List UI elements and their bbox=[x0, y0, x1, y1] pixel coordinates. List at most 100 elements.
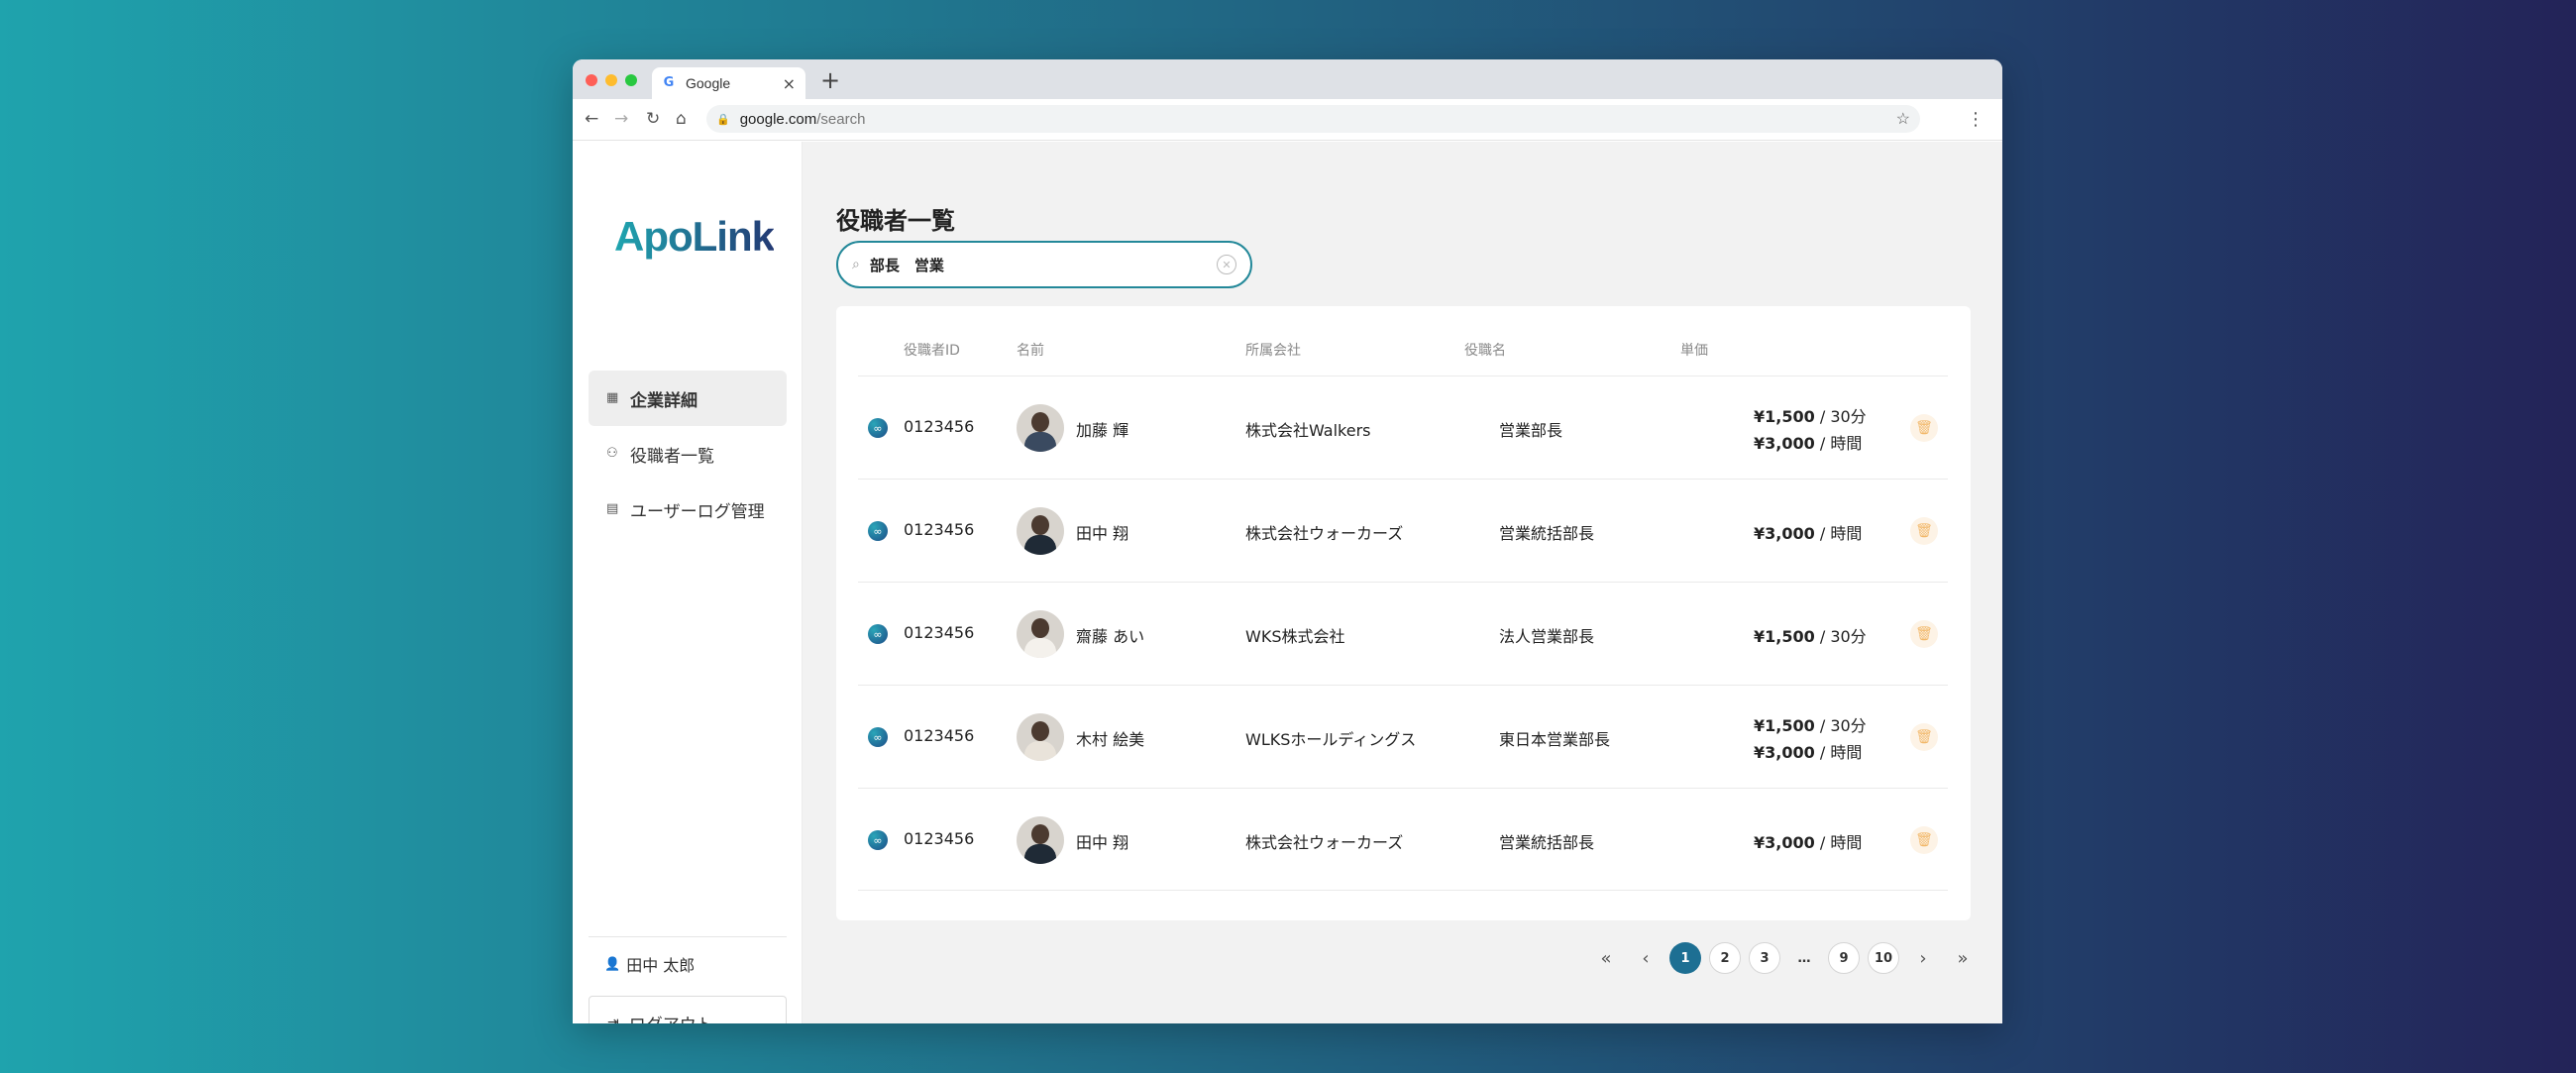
link-icon[interactable]: ∞ bbox=[868, 830, 888, 850]
current-user: 👤 田中 太郎 bbox=[604, 952, 695, 976]
page-button[interactable]: 10 bbox=[1868, 942, 1899, 974]
link-icon[interactable]: ∞ bbox=[868, 624, 888, 644]
minimize-window-button[interactable] bbox=[605, 74, 617, 86]
sidebar-item-label: ユーザーログ管理 bbox=[630, 501, 765, 522]
apolink-logo[interactable]: ApoLink bbox=[614, 213, 775, 261]
price-line: ¥3,000 / 時間 bbox=[1754, 739, 1862, 763]
table-row[interactable]: ∞ 0123456 田中 翔 株式会社ウォーカーズ 営業統括部長 ¥3,000 … bbox=[858, 479, 1948, 582]
table-row[interactable]: ∞ 0123456 田中 翔 株式会社ウォーカーズ 営業統括部長 ¥3,000 … bbox=[858, 788, 1948, 891]
app-content: ApoLink ▦ 企業詳細 ⚇ 役職者一覧 ▤ ユーザーログ管理 👤 田中 太… bbox=[573, 142, 2002, 1023]
first-page-icon[interactable]: « bbox=[1590, 942, 1622, 974]
trash-icon[interactable]: 🗑 bbox=[1910, 414, 1938, 442]
price-amount: ¥3,000 bbox=[1754, 833, 1815, 852]
log-icon: ▤ bbox=[606, 501, 619, 516]
tab-title: Google bbox=[686, 75, 731, 91]
bookmark-star-icon[interactable]: ☆ bbox=[1896, 109, 1910, 129]
google-icon: G bbox=[663, 75, 675, 90]
page-button[interactable]: 3 bbox=[1749, 942, 1780, 974]
close-tab-icon[interactable]: × bbox=[783, 74, 796, 93]
avatar bbox=[1017, 610, 1064, 658]
column-header-id: 役職者ID bbox=[904, 343, 960, 359]
browser-window: G Google × + ← → ↻ ⌂ 🔒 google.com/search… bbox=[573, 59, 2002, 1023]
people-icon: ⚇ bbox=[606, 446, 618, 461]
sidebar-item-user-logs[interactable]: ▤ ユーザーログ管理 bbox=[589, 482, 787, 537]
avatar bbox=[1017, 404, 1064, 452]
page-title: 役職者一覧 bbox=[836, 207, 955, 235]
home-icon[interactable]: ⌂ bbox=[676, 109, 687, 129]
trash-icon[interactable]: 🗑 bbox=[1910, 723, 1938, 751]
url-path: /search bbox=[816, 110, 866, 128]
page-button[interactable]: 9 bbox=[1828, 942, 1860, 974]
table-row[interactable]: ∞ 0123456 齋藤 あい WKS株式会社 法人営業部長 ¥1,500 / … bbox=[858, 582, 1948, 685]
table-header: 役職者ID 名前 所属会社 役職名 単価 bbox=[836, 306, 1971, 376]
price-line: ¥1,500 / 30分 bbox=[1754, 712, 1867, 736]
link-icon[interactable]: ∞ bbox=[868, 727, 888, 747]
price-unit: / 時間 bbox=[1814, 833, 1863, 852]
executives-table: 役職者ID 名前 所属会社 役職名 単価 ∞ 0123456 加藤 輝 株式会社… bbox=[836, 306, 1971, 920]
price-amount: ¥1,500 bbox=[1754, 627, 1815, 646]
executive-name: 加藤 輝 bbox=[1076, 421, 1129, 440]
last-page-icon[interactable]: » bbox=[1947, 942, 1979, 974]
sidebar-item-label: 企業詳細 bbox=[630, 390, 698, 411]
position-name: 営業部長 bbox=[1499, 421, 1563, 440]
company-name: 株式会社ウォーカーズ bbox=[1245, 524, 1404, 543]
price-line: ¥1,500 / 30分 bbox=[1754, 403, 1867, 427]
browser-tab[interactable]: G Google × bbox=[652, 67, 805, 99]
executive-id: 0123456 bbox=[904, 829, 975, 848]
page-button[interactable]: 2 bbox=[1709, 942, 1741, 974]
price-unit: / 30分 bbox=[1814, 716, 1867, 735]
close-window-button[interactable] bbox=[586, 74, 597, 86]
company-name: 株式会社Walkers bbox=[1245, 421, 1371, 440]
clear-search-icon[interactable]: ✕ bbox=[1217, 255, 1236, 274]
user-icon: 👤 bbox=[604, 956, 621, 972]
page-button-current[interactable]: 1 bbox=[1669, 942, 1701, 974]
sidebar-divider bbox=[589, 936, 787, 937]
company-name: WKS株式会社 bbox=[1245, 627, 1345, 646]
prev-page-icon[interactable]: ‹ bbox=[1630, 942, 1662, 974]
sidebar-item-company-details[interactable]: ▦ 企業詳細 bbox=[589, 371, 787, 426]
position-name: 営業統括部長 bbox=[1499, 524, 1595, 543]
price-unit: / 時間 bbox=[1814, 434, 1863, 453]
forward-arrow-icon[interactable]: → bbox=[614, 109, 628, 129]
search-box: ⌕ ✕ bbox=[836, 241, 1252, 288]
new-tab-button[interactable]: + bbox=[820, 68, 840, 92]
building-icon: ▦ bbox=[606, 390, 619, 405]
logout-button[interactable]: ⇥ ログアウト bbox=[589, 996, 787, 1023]
avatar bbox=[1017, 507, 1064, 555]
column-header-price: 単価 bbox=[1680, 343, 1708, 359]
position-name: 営業統括部長 bbox=[1499, 833, 1595, 852]
link-icon[interactable]: ∞ bbox=[868, 418, 888, 438]
table-row[interactable]: ∞ 0123456 加藤 輝 株式会社Walkers 営業部長 ¥1,500 /… bbox=[858, 376, 1948, 479]
executive-id: 0123456 bbox=[904, 623, 975, 642]
price-unit: / 時間 bbox=[1814, 524, 1863, 543]
price-line: ¥3,000 / 時間 bbox=[1754, 430, 1862, 454]
price-amount: ¥3,000 bbox=[1754, 524, 1815, 543]
table-row[interactable]: ∞ 0123456 木村 絵美 WLKSホールディングス 東日本営業部長 ¥1,… bbox=[858, 685, 1948, 788]
trash-icon[interactable]: 🗑 bbox=[1910, 517, 1938, 545]
reload-icon[interactable]: ↻ bbox=[646, 109, 660, 129]
price-amount: ¥3,000 bbox=[1754, 434, 1815, 453]
price-unit: / 30分 bbox=[1814, 627, 1867, 646]
trash-icon[interactable]: 🗑 bbox=[1910, 620, 1938, 648]
sidebar-item-executives[interactable]: ⚇ 役職者一覧 bbox=[589, 426, 787, 482]
company-name: 株式会社ウォーカーズ bbox=[1245, 833, 1404, 852]
address-bar[interactable]: 🔒 google.com/search ☆ bbox=[706, 105, 1920, 133]
logout-label: ログアウト bbox=[629, 1011, 713, 1024]
executive-id: 0123456 bbox=[904, 726, 975, 745]
next-page-icon[interactable]: › bbox=[1907, 942, 1939, 974]
user-name: 田中 太郎 bbox=[626, 956, 696, 975]
link-icon[interactable]: ∞ bbox=[868, 521, 888, 541]
lock-icon: 🔒 bbox=[716, 113, 730, 126]
browser-tabbar: G Google × + bbox=[573, 59, 2002, 99]
search-input[interactable] bbox=[869, 256, 1217, 273]
back-arrow-icon[interactable]: ← bbox=[585, 109, 598, 129]
browser-menu-icon[interactable]: ⋮ bbox=[1967, 109, 1985, 130]
executive-name: 田中 翔 bbox=[1076, 833, 1129, 852]
main-panel: 役職者一覧 ⌕ ✕ 役職者ID 名前 所属会社 役職名 単価 ∞ 0123456 bbox=[803, 142, 2002, 1023]
executive-id: 0123456 bbox=[904, 520, 975, 539]
column-header-name: 名前 bbox=[1017, 343, 1044, 359]
trash-icon[interactable]: 🗑 bbox=[1910, 826, 1938, 854]
maximize-window-button[interactable] bbox=[625, 74, 637, 86]
browser-toolbar: ← → ↻ ⌂ 🔒 google.com/search ☆ ⋮ bbox=[573, 99, 2002, 141]
company-name: WLKSホールディングス bbox=[1245, 730, 1417, 749]
